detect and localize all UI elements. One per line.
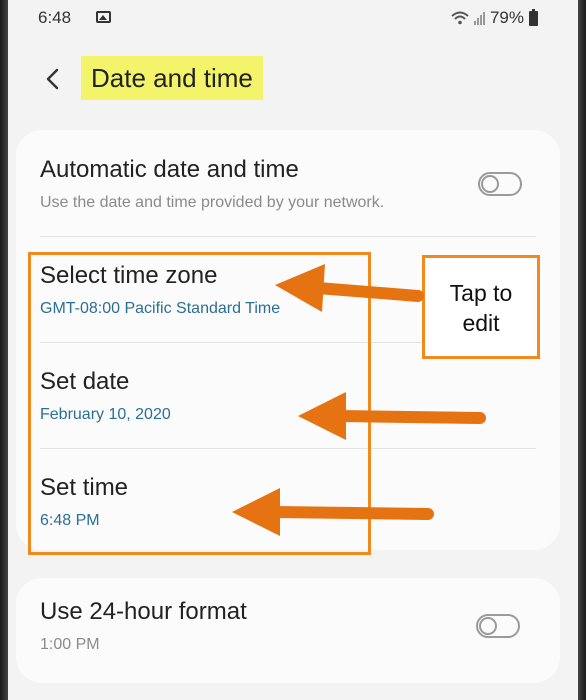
divider [40,448,536,449]
24-hour-format-sub: 1:00 PM [40,636,100,653]
set-time-label: Set time [40,474,129,501]
settings-card-format: Use 24-hour format 1:00 PM [16,578,560,683]
page-header: Date and time [8,50,578,106]
24-hour-format-row[interactable]: Use 24-hour format 1:00 PM [40,598,536,654]
frame-left-edge [0,0,8,700]
automatic-date-time-label: Automatic date and time [40,156,299,183]
status-time: 6:48 [38,8,72,27]
toggle-knob [481,175,499,193]
battery-percent: 79% [489,8,524,27]
set-time-row[interactable]: Set time 6:48 PM [40,474,536,530]
toggle-knob [479,617,497,635]
automatic-date-time-sub: Use the date and time provided by your n… [40,194,385,211]
divider [40,236,536,237]
callout-line-1: Tap to [449,280,513,306]
date-value: February 10, 2020 [40,406,171,423]
time-value: 6:48 PM [40,512,100,529]
chevron-left-icon[interactable] [38,64,68,94]
callout-line-2: edit [462,310,500,336]
wifi-icon [451,11,469,25]
automatic-date-time-row[interactable]: Automatic date and time Use the date and… [40,156,536,212]
24-hour-format-toggle[interactable] [476,614,520,638]
24-hour-format-label: Use 24-hour format [40,598,247,625]
frame-right-edge [578,0,586,700]
tap-to-edit-callout: Tap to edit [422,255,540,359]
automatic-date-time-toggle[interactable] [478,172,522,196]
signal-icon [473,11,485,25]
status-bar: 6:48 79% [8,0,578,36]
battery-icon [529,8,538,26]
image-icon [96,11,111,23]
set-date-row[interactable]: Set date February 10, 2020 [40,368,536,424]
page-title: Date and time [81,56,263,100]
set-date-label: Set date [40,368,130,395]
status-right: 79% [451,8,538,28]
